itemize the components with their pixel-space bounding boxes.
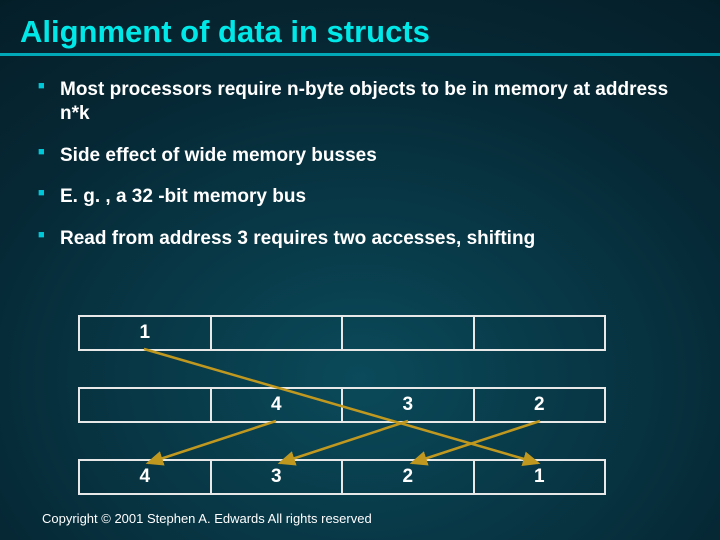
arrows-svg	[78, 315, 606, 535]
arrow-2	[412, 421, 540, 463]
bullet-item: E. g. , a 32 -bit memory bus	[38, 185, 682, 227]
bullet-item: Read from address 3 requires two accesse…	[38, 227, 682, 269]
bullet-list: Most processors require n-byte objects t…	[0, 56, 720, 269]
copyright-footer: Copyright © 2001 Stephen A. Edwards All …	[42, 511, 372, 526]
memory-diagram: 1 4 3 2 4 3 2 1	[78, 315, 606, 531]
arrow-3	[280, 421, 408, 463]
bullet-item: Side effect of wide memory busses	[38, 144, 682, 186]
slide-title: Alignment of data in structs	[0, 0, 720, 53]
arrow-4	[148, 421, 276, 463]
bullet-item: Most processors require n-byte objects t…	[38, 78, 682, 144]
